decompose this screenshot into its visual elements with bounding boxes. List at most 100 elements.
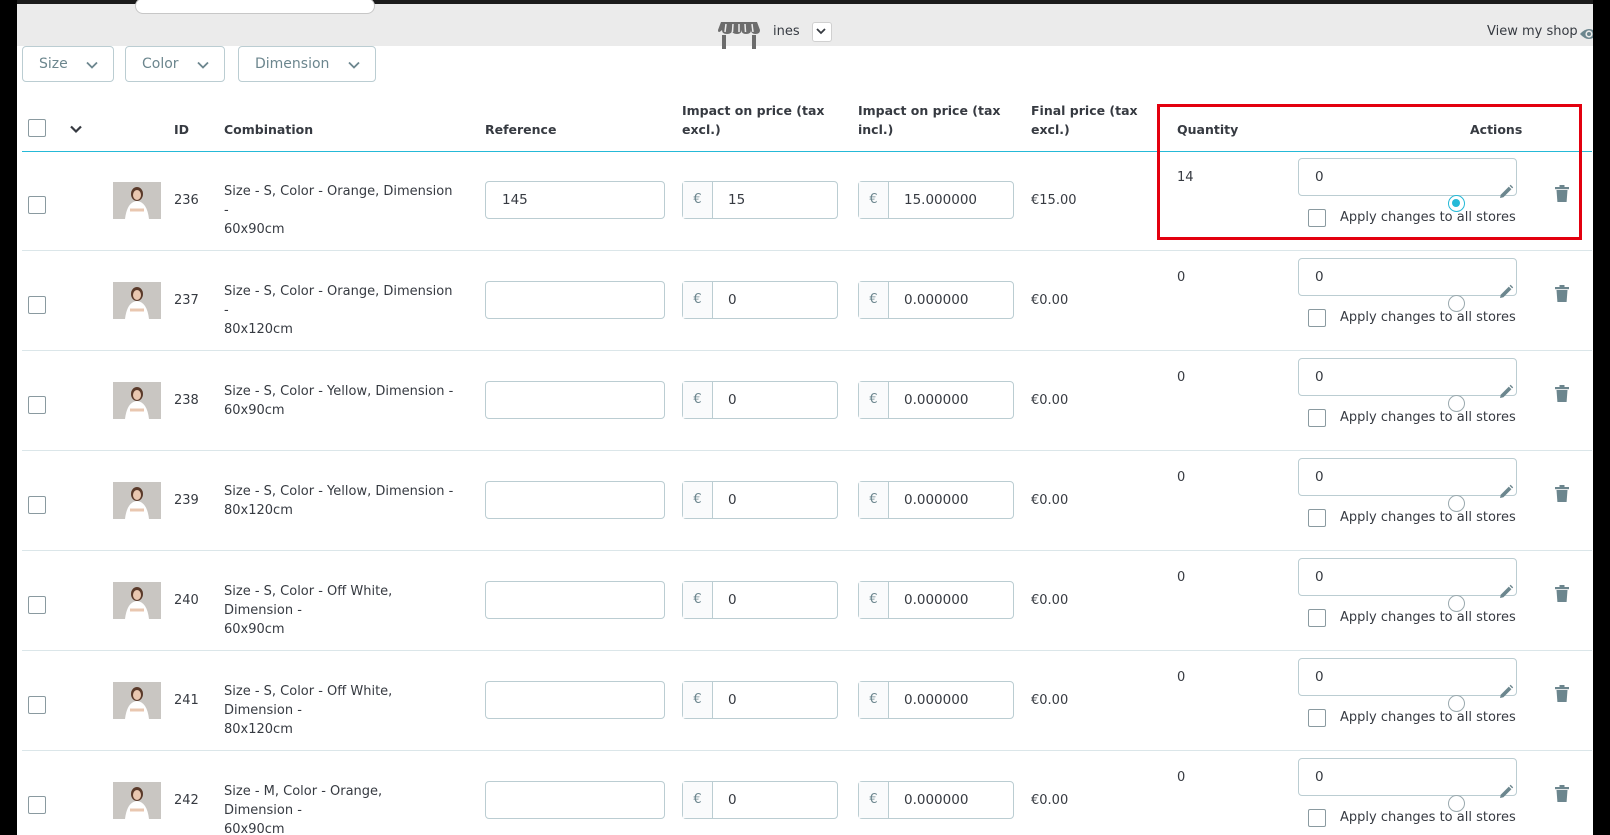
impact-excl-input[interactable]: € 0: [682, 681, 838, 719]
row-checkbox[interactable]: [28, 696, 46, 714]
edit-pencil-icon[interactable]: [1498, 784, 1514, 800]
search-input[interactable]: [135, 0, 375, 14]
apply-all-stores-checkbox[interactable]: [1308, 409, 1326, 427]
color-filter-dropdown[interactable]: Color: [125, 46, 225, 82]
apply-all-stores-label: Apply changes to all stores: [1340, 610, 1516, 625]
impact-excl-input[interactable]: € 0: [682, 781, 838, 819]
combination-thumbnail: [113, 782, 161, 819]
final-price: €0.00: [1031, 493, 1069, 508]
reference-input[interactable]: [485, 681, 665, 719]
final-price: €0.00: [1031, 793, 1069, 808]
combination-name-line1: Size - S, Color - Orange, Dimension -: [224, 184, 453, 218]
edit-pencil-icon[interactable]: [1498, 484, 1514, 500]
euro-addon: €: [859, 682, 889, 718]
impact-excl-input[interactable]: € 15: [682, 181, 838, 219]
dimension-filter-dropdown[interactable]: Dimension: [238, 46, 376, 82]
delete-trash-icon[interactable]: [1555, 385, 1569, 402]
edit-pencil-icon[interactable]: [1498, 684, 1514, 700]
euro-addon: €: [859, 582, 889, 618]
combination-name: Size - S, Color - Off White, Dimension -…: [224, 582, 454, 639]
impact-excl-input[interactable]: € 0: [682, 581, 838, 619]
euro-addon: €: [859, 482, 889, 518]
column-header-reference: Reference: [485, 122, 557, 137]
combination-name-line2: 80x120cm: [224, 503, 293, 518]
chevron-down-icon: [197, 61, 209, 69]
impact-excl-input[interactable]: € 0: [682, 481, 838, 519]
delete-trash-icon[interactable]: [1555, 585, 1569, 602]
euro-addon: €: [683, 482, 713, 518]
row-checkbox[interactable]: [28, 396, 46, 414]
edit-pencil-icon[interactable]: [1498, 584, 1514, 600]
reference-input[interactable]: [485, 581, 665, 619]
euro-addon: €: [683, 682, 713, 718]
select-all-checkbox[interactable]: [28, 119, 46, 137]
combination-name-line1: Size - S, Color - Yellow, Dimension -: [224, 484, 454, 499]
delete-trash-icon[interactable]: [1555, 785, 1569, 802]
quantity-input[interactable]: 0: [1298, 258, 1517, 296]
row-checkbox[interactable]: [28, 296, 46, 314]
highlight-box: [1157, 104, 1582, 240]
combination-name-line1: Size - S, Color - Yellow, Dimension -: [224, 384, 454, 399]
quantity-input[interactable]: 0: [1298, 558, 1517, 596]
impact-incl-input[interactable]: € 0.000000: [858, 681, 1014, 719]
delete-trash-icon[interactable]: [1555, 685, 1569, 702]
impact-incl-input[interactable]: € 0.000000: [858, 281, 1014, 319]
impact-incl-input[interactable]: € 0.000000: [858, 781, 1014, 819]
apply-all-stores-checkbox[interactable]: [1308, 709, 1326, 727]
combination-name-line1: Size - S, Color - Off White, Dimension -: [224, 684, 393, 718]
column-header-combination[interactable]: Combination: [224, 120, 313, 139]
row-checkbox[interactable]: [28, 796, 46, 814]
bulk-actions-chevron-icon[interactable]: [69, 122, 83, 136]
view-my-shop-link[interactable]: View my shop: [1487, 24, 1578, 39]
euro-addon: €: [683, 182, 713, 218]
quantity-input[interactable]: 0: [1298, 758, 1517, 796]
reference-input[interactable]: [485, 481, 665, 519]
column-header-impact-incl: Impact on price (tax incl.): [858, 101, 1000, 139]
shop-select-toggle[interactable]: [812, 22, 832, 42]
impact-incl-input[interactable]: € 15.000000: [858, 181, 1014, 219]
eye-icon[interactable]: [1579, 26, 1593, 45]
impact-excl-input[interactable]: € 0: [682, 381, 838, 419]
row-checkbox[interactable]: [28, 196, 46, 214]
edit-pencil-icon[interactable]: [1498, 384, 1514, 400]
final-price: €15.00: [1031, 193, 1077, 208]
combination-thumbnail: [113, 582, 161, 619]
quantity-input-value: 0: [1315, 469, 1324, 485]
apply-all-stores-label: Apply changes to all stores: [1340, 410, 1516, 425]
apply-all-stores-checkbox[interactable]: [1308, 309, 1326, 327]
impact-excl-value: 0: [728, 392, 737, 408]
impact-incl-value: 15.000000: [904, 192, 978, 208]
row-id: 241: [174, 693, 199, 708]
column-header-id[interactable]: ID: [174, 120, 189, 139]
row-divider: [22, 350, 1592, 351]
impact-excl-input[interactable]: € 0: [682, 281, 838, 319]
quantity-input[interactable]: 0: [1298, 358, 1517, 396]
reference-input[interactable]: [485, 381, 665, 419]
apply-all-stores-checkbox[interactable]: [1308, 809, 1326, 827]
delete-trash-icon[interactable]: [1555, 285, 1569, 302]
quantity-input[interactable]: 0: [1298, 458, 1517, 496]
row-checkbox[interactable]: [28, 596, 46, 614]
quantity-input-value: 0: [1315, 369, 1324, 385]
impact-incl-input[interactable]: € 0.000000: [858, 381, 1014, 419]
delete-trash-icon[interactable]: [1555, 485, 1569, 502]
reference-input[interactable]: [485, 281, 665, 319]
size-filter-dropdown[interactable]: Size: [22, 46, 114, 82]
color-filter-label: Color: [142, 56, 179, 72]
quantity-input[interactable]: 0: [1298, 658, 1517, 696]
apply-all-stores-label: Apply changes to all stores: [1340, 310, 1516, 325]
edit-pencil-icon[interactable]: [1498, 284, 1514, 300]
euro-addon: €: [683, 282, 713, 318]
apply-all-stores-checkbox[interactable]: [1308, 509, 1326, 527]
shop-context-bar: ines View my shop: [17, 0, 1593, 49]
reference-input[interactable]: 145: [485, 181, 665, 219]
impact-incl-input[interactable]: € 0.000000: [858, 481, 1014, 519]
euro-addon: €: [859, 782, 889, 818]
impact-incl-input[interactable]: € 0.000000: [858, 581, 1014, 619]
row-checkbox[interactable]: [28, 496, 46, 514]
reference-input[interactable]: [485, 781, 665, 819]
quantity-input-value: 0: [1315, 569, 1324, 585]
row-divider: [22, 650, 1592, 651]
apply-all-stores-checkbox[interactable]: [1308, 609, 1326, 627]
row-id: 237: [174, 293, 199, 308]
